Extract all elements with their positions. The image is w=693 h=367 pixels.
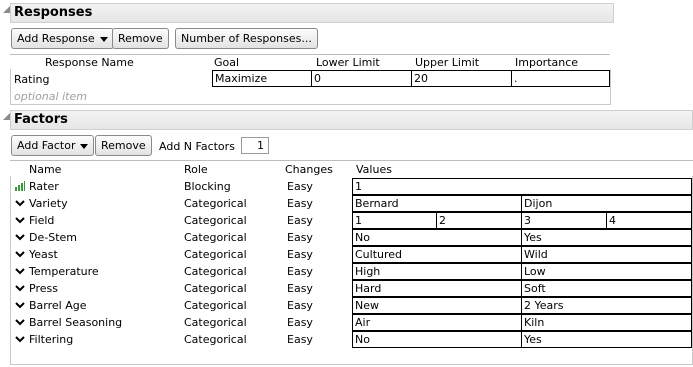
factor-value[interactable]: Wild [521, 246, 692, 263]
factor-value[interactable]: Air [352, 314, 522, 331]
factor-value[interactable]: Dijon [521, 195, 692, 212]
factor-role[interactable]: Categorical [184, 315, 247, 330]
col-importance: Importance [515, 56, 579, 69]
chevron-down-icon [15, 285, 25, 292]
factor-role[interactable]: Categorical [184, 213, 247, 228]
factor-value[interactable]: No [352, 331, 522, 348]
col-response-name: Response Name [45, 56, 134, 69]
factor-role[interactable]: Categorical [184, 196, 247, 211]
add-n-factors-input[interactable]: 1 [241, 137, 269, 154]
chevron-down-icon [15, 200, 25, 207]
factor-value[interactable]: 3 [521, 212, 607, 229]
add-response-label: Add Response [17, 32, 95, 45]
col-upper-limit: Upper Limit [415, 56, 480, 69]
factor-value[interactable]: Yes [521, 229, 692, 246]
factor-role[interactable]: Categorical [184, 281, 247, 296]
remove-response-button[interactable]: Remove [112, 28, 169, 49]
blocking-bars-icon [15, 181, 25, 191]
factor-value[interactable]: 1 [352, 178, 692, 195]
goal-cell[interactable]: Maximize [212, 70, 312, 87]
factor-changes[interactable]: Easy [287, 230, 313, 245]
factor-role[interactable]: Categorical [184, 298, 247, 313]
factor-role[interactable]: Categorical [184, 247, 247, 262]
factor-value[interactable]: 4 [606, 212, 692, 229]
dropdown-caret-icon [99, 36, 108, 42]
add-factor-label: Add Factor [17, 139, 76, 152]
col-name: Name [29, 163, 62, 176]
factor-name[interactable]: Temperature [29, 264, 99, 279]
factor-name[interactable]: Yeast [29, 247, 58, 262]
chevron-down-icon [15, 217, 25, 224]
factor-name[interactable]: Filtering [29, 332, 73, 347]
factor-name[interactable]: Barrel Age [29, 298, 87, 313]
col-changes: Changes [285, 163, 333, 176]
add-n-factors-label: Add N Factors [159, 140, 235, 153]
chevron-down-icon [15, 251, 25, 258]
response-name-cell[interactable]: Rating [14, 72, 49, 87]
factor-value[interactable]: 2 [436, 212, 522, 229]
factor-name[interactable]: De-Stem [29, 230, 77, 245]
factor-role[interactable]: Categorical [184, 230, 247, 245]
factor-role[interactable]: Categorical [184, 332, 247, 347]
factor-value[interactable]: 2 Years [521, 297, 692, 314]
chevron-down-icon [15, 336, 25, 343]
factor-name[interactable]: Rater [29, 179, 59, 194]
factor-role[interactable]: Categorical [184, 264, 247, 279]
remove-factor-button[interactable]: Remove [95, 135, 152, 156]
factor-name[interactable]: Barrel Seasoning [29, 315, 122, 330]
col-values: Values [356, 163, 392, 176]
add-response-button[interactable]: Add Response [11, 28, 114, 49]
factor-value[interactable]: Hard [352, 280, 522, 297]
factor-value[interactable]: 1 [352, 212, 437, 229]
factor-value[interactable]: Low [521, 263, 692, 280]
chevron-down-icon [15, 319, 25, 326]
factor-value[interactable]: Bernard [352, 195, 522, 212]
dropdown-caret-icon [80, 143, 89, 149]
factor-name[interactable]: Variety [29, 196, 68, 211]
chevron-down-icon [15, 268, 25, 275]
chevron-down-icon [15, 302, 25, 309]
factors-title[interactable]: Factors [10, 110, 693, 130]
factor-value[interactable]: Yes [521, 331, 692, 348]
col-role: Role [184, 163, 208, 176]
add-factor-button[interactable]: Add Factor [11, 135, 95, 156]
responses-title[interactable]: Responses [10, 3, 614, 23]
factor-value[interactable]: Soft [521, 280, 692, 297]
factor-changes[interactable]: Easy [287, 179, 313, 194]
factor-name[interactable]: Field [29, 213, 54, 228]
factor-changes[interactable]: Easy [287, 264, 313, 279]
upper-limit-cell[interactable]: 20 [411, 70, 512, 87]
factor-value[interactable]: High [352, 263, 522, 280]
col-lower-limit: Lower Limit [316, 56, 380, 69]
col-goal: Goal [214, 56, 240, 69]
factor-value[interactable]: New [352, 297, 522, 314]
factor-role[interactable]: Blocking [184, 179, 231, 194]
factor-changes[interactable]: Easy [287, 298, 313, 313]
lower-limit-cell[interactable]: 0 [311, 70, 412, 87]
number-of-responses-button[interactable]: Number of Responses... [175, 28, 318, 49]
factor-value[interactable]: No [352, 229, 522, 246]
optional-item-placeholder[interactable]: optional item [14, 89, 87, 104]
factor-name[interactable]: Press [29, 281, 58, 296]
factor-changes[interactable]: Easy [287, 247, 313, 262]
factor-changes[interactable]: Easy [287, 332, 313, 347]
importance-cell[interactable]: . [511, 70, 610, 87]
factor-changes[interactable]: Easy [287, 281, 313, 296]
factor-changes[interactable]: Easy [287, 196, 313, 211]
factor-value[interactable]: Kiln [521, 314, 692, 331]
factor-changes[interactable]: Easy [287, 213, 313, 228]
factor-changes[interactable]: Easy [287, 315, 313, 330]
factor-value[interactable]: Cultured [352, 246, 522, 263]
chevron-down-icon [15, 234, 25, 241]
